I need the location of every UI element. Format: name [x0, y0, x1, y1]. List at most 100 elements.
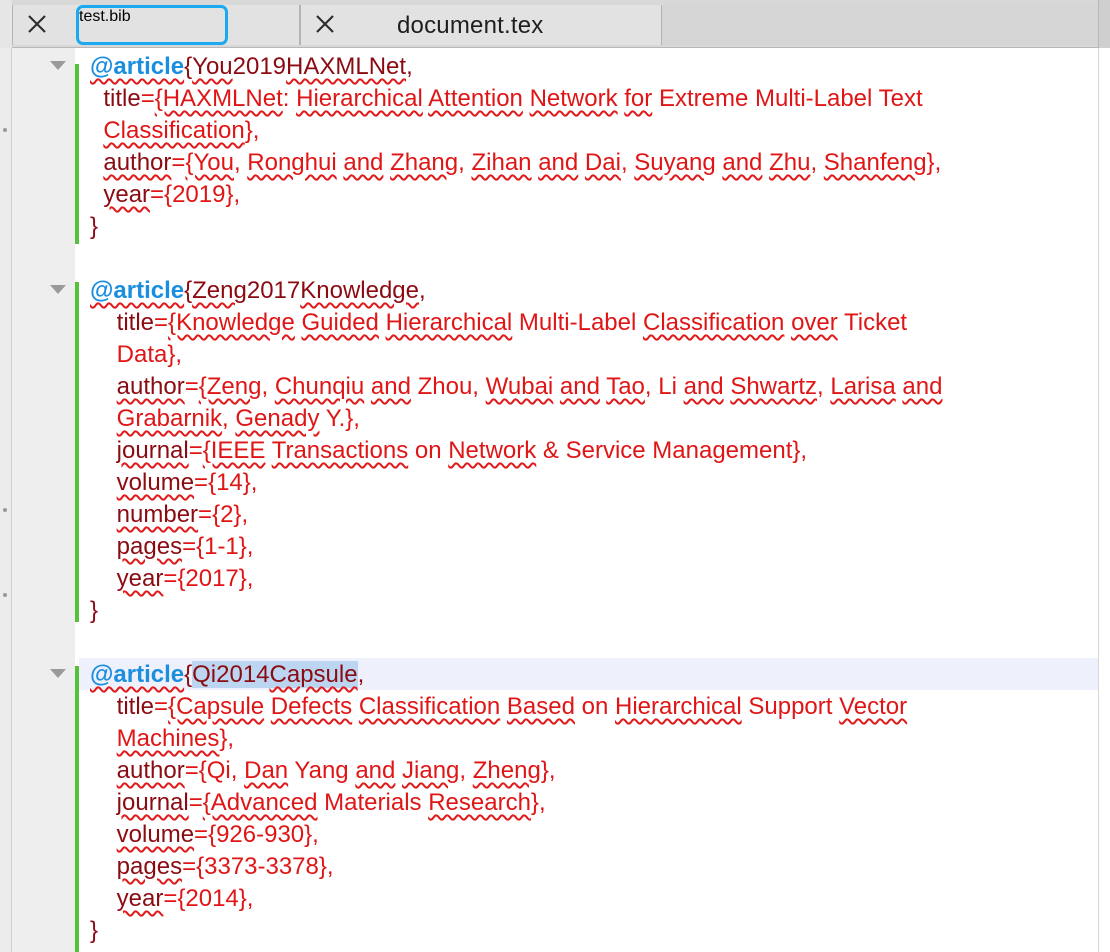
fold-triangle-icon[interactable] — [50, 61, 66, 70]
code-line[interactable]: number={2}, — [90, 499, 248, 531]
code-line[interactable]: pages={3373-3378}, — [90, 851, 334, 883]
code-token: , — [458, 149, 472, 176]
code-token: Zeng — [192, 277, 247, 304]
code-token: Ronghui — [247, 149, 337, 176]
window-left-edge — [0, 48, 12, 952]
code-token: { — [184, 53, 193, 80]
code-token: year — [116, 565, 164, 592]
code-token: Zhu — [769, 149, 811, 176]
code-token: Multi-Label — [512, 309, 643, 336]
code-token: year — [116, 885, 164, 912]
code-token: } — [90, 597, 99, 624]
code-line[interactable]: @article{Qi2014Capsule, — [90, 659, 364, 691]
code-token: Zheng — [472, 757, 541, 784]
code-token: Classification — [358, 693, 501, 720]
code-token: Machines — [116, 725, 220, 752]
code-token: : — [282, 85, 297, 112]
code-token: and — [355, 757, 396, 784]
code-line[interactable]: title={HAXMLNet: Hierarchical Attention … — [90, 83, 922, 115]
code-token: year — [103, 181, 151, 208]
code-token: You — [192, 53, 233, 80]
code-token: Attention — [428, 85, 523, 112]
code-token: Guided — [301, 309, 379, 336]
editor-gutter — [12, 48, 75, 952]
code-token: ={2}, — [198, 501, 249, 528]
code-token: = — [188, 789, 203, 816]
code-line[interactable]: @article{You2019HAXMLNet, — [90, 51, 413, 83]
code-token: author — [116, 373, 185, 400]
code-line[interactable]: journal={Advanced Materials Research}, — [90, 787, 546, 819]
code-line[interactable]: volume={14}, — [90, 467, 258, 499]
code-line[interactable]: title={Capsule Defects Classification Ba… — [90, 691, 907, 723]
code-line[interactable]: year={2014}, — [90, 883, 254, 915]
code-token: ={2014}, — [163, 885, 254, 912]
code-token: , — [233, 149, 248, 176]
code-line[interactable]: author={You, Ronghui and Zhang, Zihan an… — [90, 147, 941, 179]
code-token: Classification — [643, 309, 785, 336]
code-token: {Knowledge — [168, 309, 295, 336]
code-line[interactable]: Machines}, — [90, 723, 234, 755]
code-token: ={3373-3378}, — [182, 853, 334, 880]
code-line[interactable]: author={Qi, Dan Yang and Jiang, Zheng}, — [90, 755, 556, 787]
code-line[interactable]: } — [90, 595, 98, 627]
tab-document-tex[interactable]: document.tex — [300, 5, 662, 45]
code-line[interactable]: Data}, — [90, 339, 182, 371]
code-token: ={1-1}, — [182, 533, 254, 560]
code-line[interactable]: Classification}, — [90, 115, 259, 147]
code-token: journal — [116, 437, 189, 464]
tab-active-highlight[interactable]: test.bib — [76, 5, 228, 45]
code-token: , Li — [644, 373, 684, 400]
code-line[interactable]: volume={926-930}, — [90, 819, 319, 851]
code-token: Suyang — [634, 149, 716, 176]
code-token: Network — [529, 85, 618, 112]
fold-triangle-icon[interactable] — [50, 285, 66, 294]
code-line[interactable]: } — [90, 915, 98, 947]
code-token: Support — [741, 693, 840, 720]
code-line[interactable]: title={Knowledge Guided Hierarchical Mul… — [90, 307, 907, 339]
code-line[interactable]: journal={IEEE Transactions on Network & … — [90, 435, 807, 467]
code-token: ={2017}, — [163, 565, 254, 592]
code-token: Dan — [244, 757, 289, 784]
code-line[interactable]: pages={1-1}, — [90, 531, 254, 563]
code-token: title — [90, 309, 155, 336]
code-token: Research — [428, 789, 531, 816]
code-token: Qi2014 — [192, 661, 270, 688]
code-line[interactable]: Grabarnik, Genady Y.}, — [90, 403, 360, 435]
code-line[interactable]: author={Zeng, Chunqiu and Zhou, Wubai an… — [90, 371, 943, 403]
code-token: = — [188, 437, 203, 464]
code-token: & Service Management}, — [536, 437, 808, 464]
code-token: Larisa — [830, 373, 896, 400]
code-token: = — [154, 693, 169, 720]
tab-bar: test.bib document.tex — [0, 0, 1110, 48]
code-line[interactable]: @article{Zeng2017Knowledge, — [90, 275, 426, 307]
code-token: Based — [506, 693, 575, 720]
code-token: }, — [530, 789, 546, 816]
code-token: { — [184, 661, 193, 688]
tab-label-test-bib: test.bib — [79, 8, 131, 25]
code-token: Network — [448, 437, 537, 464]
code-token: and — [722, 149, 763, 176]
code-token: Hierarchical — [385, 309, 513, 336]
close-icon[interactable] — [311, 10, 339, 38]
vertical-scrollbar[interactable] — [1098, 48, 1110, 952]
code-token: Data}, — [90, 341, 183, 368]
code-line[interactable]: year={2017}, — [90, 563, 254, 595]
code-token: Zhou, — [410, 373, 486, 400]
code-token: and — [902, 373, 943, 400]
code-token: Shwartz — [730, 373, 818, 400]
code-token: Tao — [606, 373, 645, 400]
code-line[interactable]: year={2019}, — [90, 179, 240, 211]
code-line[interactable]: } — [90, 211, 98, 243]
close-icon[interactable] — [23, 10, 51, 38]
fold-triangle-icon[interactable] — [50, 669, 66, 678]
